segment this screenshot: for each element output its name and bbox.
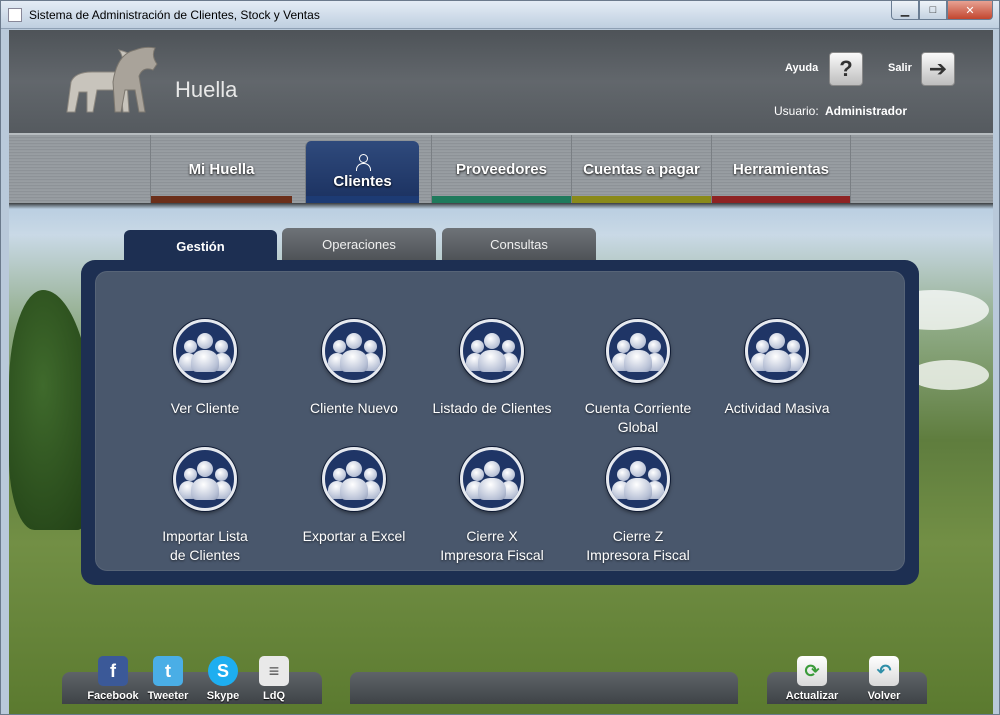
maximize-button[interactable]: □: [919, 1, 947, 20]
tab-gestion[interactable]: Gestión: [124, 230, 277, 262]
brand-name: Huella: [175, 77, 238, 102]
users-group-icon: [606, 319, 670, 383]
nav-color-bar: [306, 196, 419, 203]
action-label: Ver Cliente: [170, 400, 240, 416]
twitter-label: Tweeter: [147, 690, 189, 702]
action-cuenta-corriente-global[interactable]: Cuenta Corriente Global: [563, 319, 713, 437]
action-listado-de-clientes[interactable]: Listado de Clientes: [417, 319, 567, 418]
action-actividad-masiva[interactable]: Actividad Masiva: [702, 319, 852, 418]
nav-label: Cuentas a pagar: [583, 160, 700, 178]
facebook-icon: f: [98, 656, 128, 686]
action-label: Exportar a Excel: [302, 528, 406, 544]
users-group-icon: [745, 319, 809, 383]
close-button[interactable]: ✕: [947, 1, 993, 20]
action-label: Cliente Nuevo: [310, 400, 398, 416]
users-group-icon: [606, 447, 670, 511]
action-exportar-excel[interactable]: Exportar a Excel: [279, 447, 429, 546]
skype-label: Skype: [206, 690, 240, 702]
nav-label: Proveedores: [456, 160, 547, 178]
nav-label: Mi Huella: [188, 160, 255, 178]
tab-operaciones[interactable]: Operaciones: [282, 228, 436, 260]
ldq-icon: ≡: [259, 656, 289, 686]
back-label: Volver: [867, 690, 901, 702]
twitter-icon: t: [153, 656, 183, 686]
back-button[interactable]: ↶ Volver: [856, 656, 912, 702]
ldq-link[interactable]: ≡ LdQ: [246, 656, 302, 702]
header: Huella Ayuda ? Salir ➔ Usuario: Administ…: [9, 30, 993, 133]
nav-clientes[interactable]: Clientes: [305, 141, 419, 203]
action-label: Listado de Clientes: [432, 400, 552, 416]
skype-icon: S: [208, 656, 238, 686]
action-label: Cuenta Corriente Global: [584, 400, 692, 435]
question-icon: ?: [839, 56, 853, 81]
nav-color-bar: [712, 196, 850, 203]
app-icon: [8, 8, 22, 22]
help-button[interactable]: ?: [829, 52, 863, 86]
action-label: Cierre X Impresora Fiscal: [440, 528, 544, 563]
main-nav: Mi Huella Clientes Proveedores Cuentas a…: [9, 133, 993, 203]
nav-cuentas-a-pagar[interactable]: Cuentas a pagar: [571, 135, 711, 203]
refresh-icon: ⟳: [797, 656, 827, 686]
users-group-icon: [173, 319, 237, 383]
minimize-button[interactable]: ▁: [891, 1, 919, 20]
user-label: Usuario:: [774, 104, 819, 118]
cloud-decoration: [909, 360, 989, 390]
action-ver-cliente[interactable]: Ver Cliente: [130, 319, 280, 418]
action-cierre-x[interactable]: Cierre X Impresora Fiscal: [417, 447, 567, 565]
status-bar: [350, 672, 738, 704]
refresh-label: Actualizar: [785, 690, 839, 702]
action-cliente-nuevo[interactable]: Cliente Nuevo: [279, 319, 429, 418]
users-group-icon: [460, 447, 524, 511]
nav-label: Herramientas: [733, 160, 829, 178]
exit-label[interactable]: Salir: [888, 62, 912, 74]
users-group-icon: [322, 447, 386, 511]
nav-herramientas[interactable]: Herramientas: [711, 135, 851, 203]
exit-button[interactable]: ➔: [921, 52, 955, 86]
action-label: Importar Lista de Clientes: [162, 528, 248, 563]
back-icon: ↶: [869, 656, 899, 686]
skype-link[interactable]: S Skype: [195, 656, 251, 702]
facebook-label: Facebook: [87, 690, 139, 702]
nav-color-bar: [432, 196, 571, 203]
users-group-icon: [173, 447, 237, 511]
nav-color-bar: [572, 196, 711, 203]
action-label: Cierre Z Impresora Fiscal: [586, 528, 690, 563]
help-label[interactable]: Ayuda: [785, 62, 818, 74]
refresh-button[interactable]: ⟳ Actualizar: [784, 656, 840, 702]
nav-mi-huella[interactable]: Mi Huella: [150, 135, 292, 203]
horse-cow-logo: [66, 46, 158, 113]
user-name: Administrador: [825, 104, 908, 118]
divider: [9, 203, 993, 209]
action-cierre-z[interactable]: Cierre Z Impresora Fiscal: [563, 447, 713, 565]
ldq-label: LdQ: [263, 690, 285, 702]
window-title: Sistema de Administración de Clientes, S…: [29, 8, 320, 22]
action-label: Actividad Masiva: [724, 400, 830, 416]
arrow-right-icon: ➔: [928, 56, 948, 81]
users-group-icon: [322, 319, 386, 383]
tab-consultas[interactable]: Consultas: [442, 228, 596, 260]
twitter-link[interactable]: t Tweeter: [140, 656, 196, 702]
users-group-icon: [460, 319, 524, 383]
action-importar-lista[interactable]: Importar Lista de Clientes: [130, 447, 280, 565]
app-content: Huella Ayuda ? Salir ➔ Usuario: Administ…: [9, 30, 993, 714]
nav-color-bar: [151, 196, 292, 203]
title-bar: Sistema de Administración de Clientes, S…: [1, 1, 999, 29]
nav-proveedores[interactable]: Proveedores: [431, 135, 571, 203]
nav-label: Clientes: [333, 173, 392, 190]
user-icon: [355, 154, 371, 171]
facebook-link[interactable]: f Facebook: [85, 656, 141, 702]
app-window: Sistema de Administración de Clientes, S…: [0, 0, 1000, 715]
